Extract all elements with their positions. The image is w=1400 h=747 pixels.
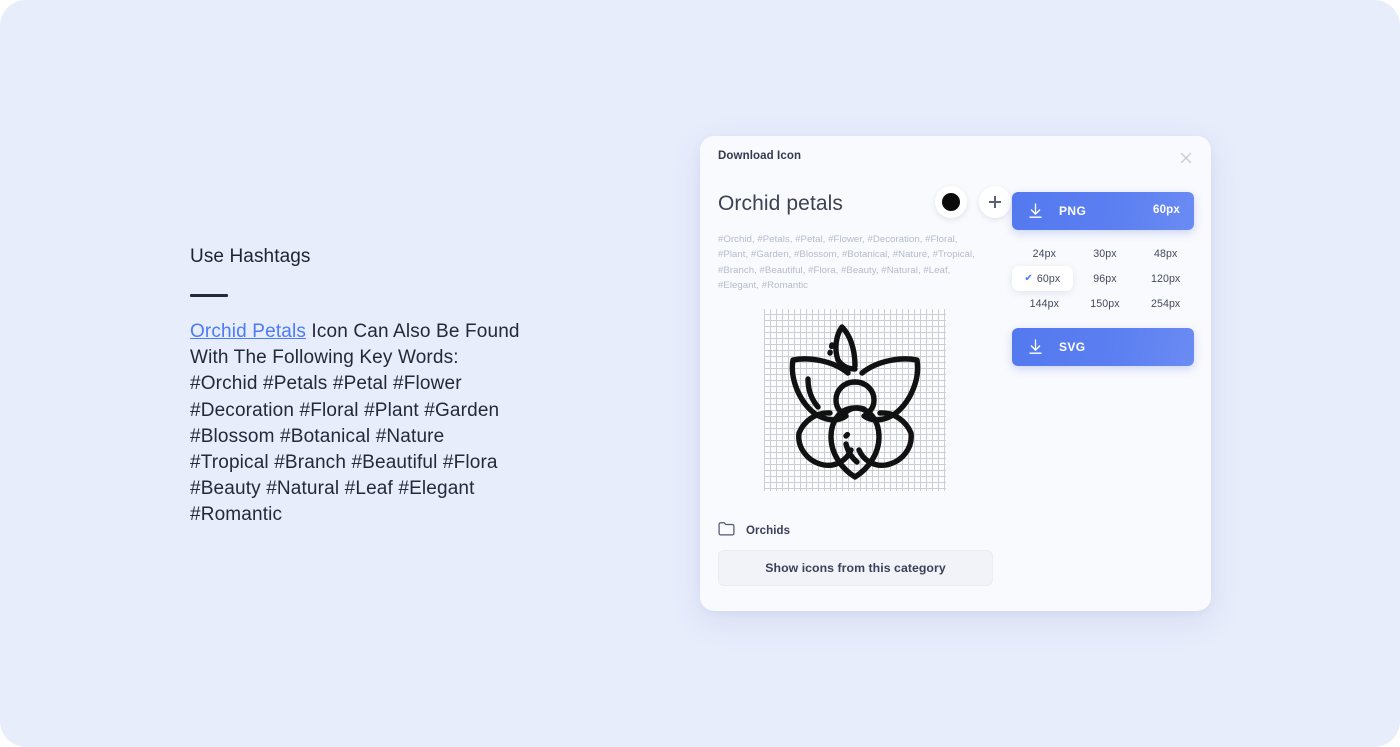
folder-icon [718, 521, 735, 541]
show-category-icons-button[interactable]: Show icons from this category [718, 550, 993, 586]
download-icon-modal: Download Icon Orchid petals #Orchid, #Pe… [700, 136, 1211, 611]
download-icon [1028, 339, 1043, 360]
size-option[interactable]: 24px [1012, 241, 1073, 266]
folder-label: Orchids [746, 525, 791, 537]
modal-title: Download Icon [718, 150, 802, 162]
icon-title-row: Orchid petals [718, 186, 1011, 228]
size-option-label: 60px [1036, 272, 1061, 285]
size-option[interactable]: 150px [1073, 291, 1134, 316]
orchid-petals-link[interactable]: Orchid Petals [190, 321, 306, 342]
size-option-label: 24px [1032, 247, 1057, 260]
size-option-label: 96px [1093, 272, 1117, 285]
icon-preview [764, 309, 946, 492]
size-option-label: 48px [1153, 247, 1178, 260]
size-option-label: 30px [1093, 247, 1117, 260]
size-option-label: 150px [1090, 297, 1120, 310]
size-option[interactable]: 48px [1133, 241, 1194, 266]
color-swatch-button[interactable] [935, 186, 967, 218]
download-icon [1028, 203, 1043, 224]
modal-header: Download Icon [700, 136, 1211, 180]
size-option[interactable]: 96px [1073, 266, 1134, 291]
icon-name: Orchid petals [718, 192, 844, 215]
png-size-label: 60px [1152, 204, 1180, 216]
png-format-label: PNG [1059, 204, 1087, 218]
size-option[interactable]: 144px [1012, 291, 1073, 316]
download-svg-button[interactable]: SVG [1012, 328, 1194, 366]
size-option-label: 144px [1029, 297, 1060, 310]
hashtags-section: Use Hashtags Orchid Petals Icon Can Also… [190, 244, 550, 529]
folder-row[interactable]: Orchids [718, 521, 790, 541]
page-root: Use Hashtags Orchid Petals Icon Can Also… [0, 0, 1400, 747]
size-option[interactable]: 120px [1133, 266, 1194, 291]
size-option[interactable]: 254px [1133, 291, 1194, 316]
check-icon: ✔ [1024, 272, 1033, 284]
icon-info-pane: Orchid petals #Orchid, #Petals, #Petal, … [718, 186, 1011, 492]
hashtags-paragraph: Orchid Petals Icon Can Also Be Found Wit… [190, 319, 520, 529]
orchid-flower-icon [789, 324, 921, 480]
close-icon[interactable] [1176, 148, 1196, 168]
size-option-selected[interactable]: ✔ 60px [1012, 266, 1073, 291]
size-option[interactable]: 30px [1073, 241, 1134, 266]
heading-divider [190, 294, 228, 297]
section-heading: Use Hashtags [190, 246, 311, 267]
svg-format-label: SVG [1059, 340, 1086, 354]
size-option-label: 120px [1150, 272, 1181, 285]
size-option-label: 254px [1150, 297, 1181, 310]
size-option-grid: 24px 30px 48px ✔ 60px 96px 120px 144px 1… [1012, 241, 1194, 316]
icon-tag-list: #Orchid, #Petals, #Petal, #Flower, #Deco… [718, 234, 975, 291]
download-png-button[interactable]: PNG 60px [1012, 192, 1194, 230]
plus-icon[interactable] [979, 186, 1011, 218]
hashtags-body-text: Icon Can Also Be Found With The Followin… [190, 321, 520, 526]
download-pane: PNG 60px 24px 30px 48px ✔ 60px 96px 120p… [1012, 192, 1194, 366]
